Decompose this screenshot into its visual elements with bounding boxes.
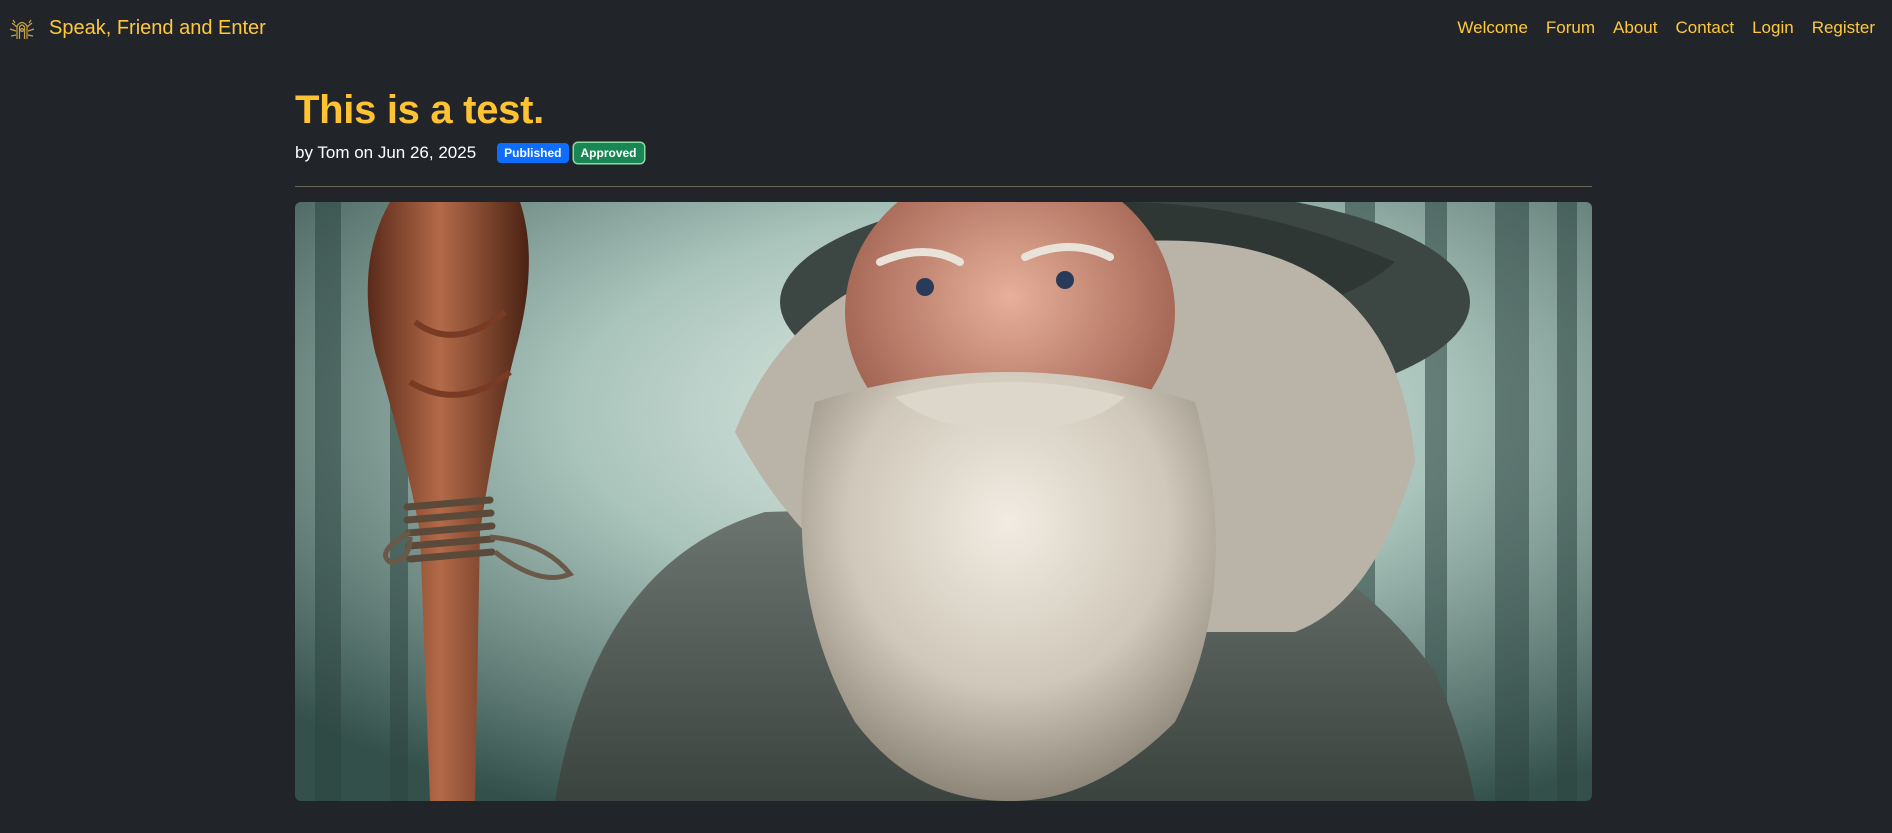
brand-link[interactable]: Speak, Friend and Enter — [7, 15, 266, 41]
post-meta: by Tom on Jun 26, 2025 Published Approve… — [295, 140, 1592, 166]
top-navbar: Speak, Friend and Enter Welcome Forum Ab… — [0, 0, 1892, 56]
nav-link-about[interactable]: About — [1613, 18, 1657, 38]
nav-link-forum[interactable]: Forum — [1546, 18, 1595, 38]
status-badge-published: Published — [497, 143, 569, 163]
nav-link-welcome[interactable]: Welcome — [1457, 18, 1528, 38]
divider — [295, 186, 1592, 187]
post-container: This is a test. by Tom on Jun 26, 2025 P… — [295, 56, 1592, 801]
status-badge-approved: Approved — [573, 143, 644, 163]
elven-door-logo-icon — [7, 15, 37, 41]
nav-link-register[interactable]: Register — [1812, 18, 1875, 38]
post-title: This is a test. — [295, 88, 544, 132]
nav-link-login[interactable]: Login — [1752, 18, 1794, 38]
post-hero-image — [295, 202, 1592, 801]
post-byline: by Tom on Jun 26, 2025 — [295, 143, 477, 162]
nav-link-contact[interactable]: Contact — [1675, 18, 1734, 38]
nav-links: Welcome Forum About Contact Login Regist… — [1439, 18, 1875, 38]
brand-label: Speak, Friend and Enter — [49, 16, 266, 39]
